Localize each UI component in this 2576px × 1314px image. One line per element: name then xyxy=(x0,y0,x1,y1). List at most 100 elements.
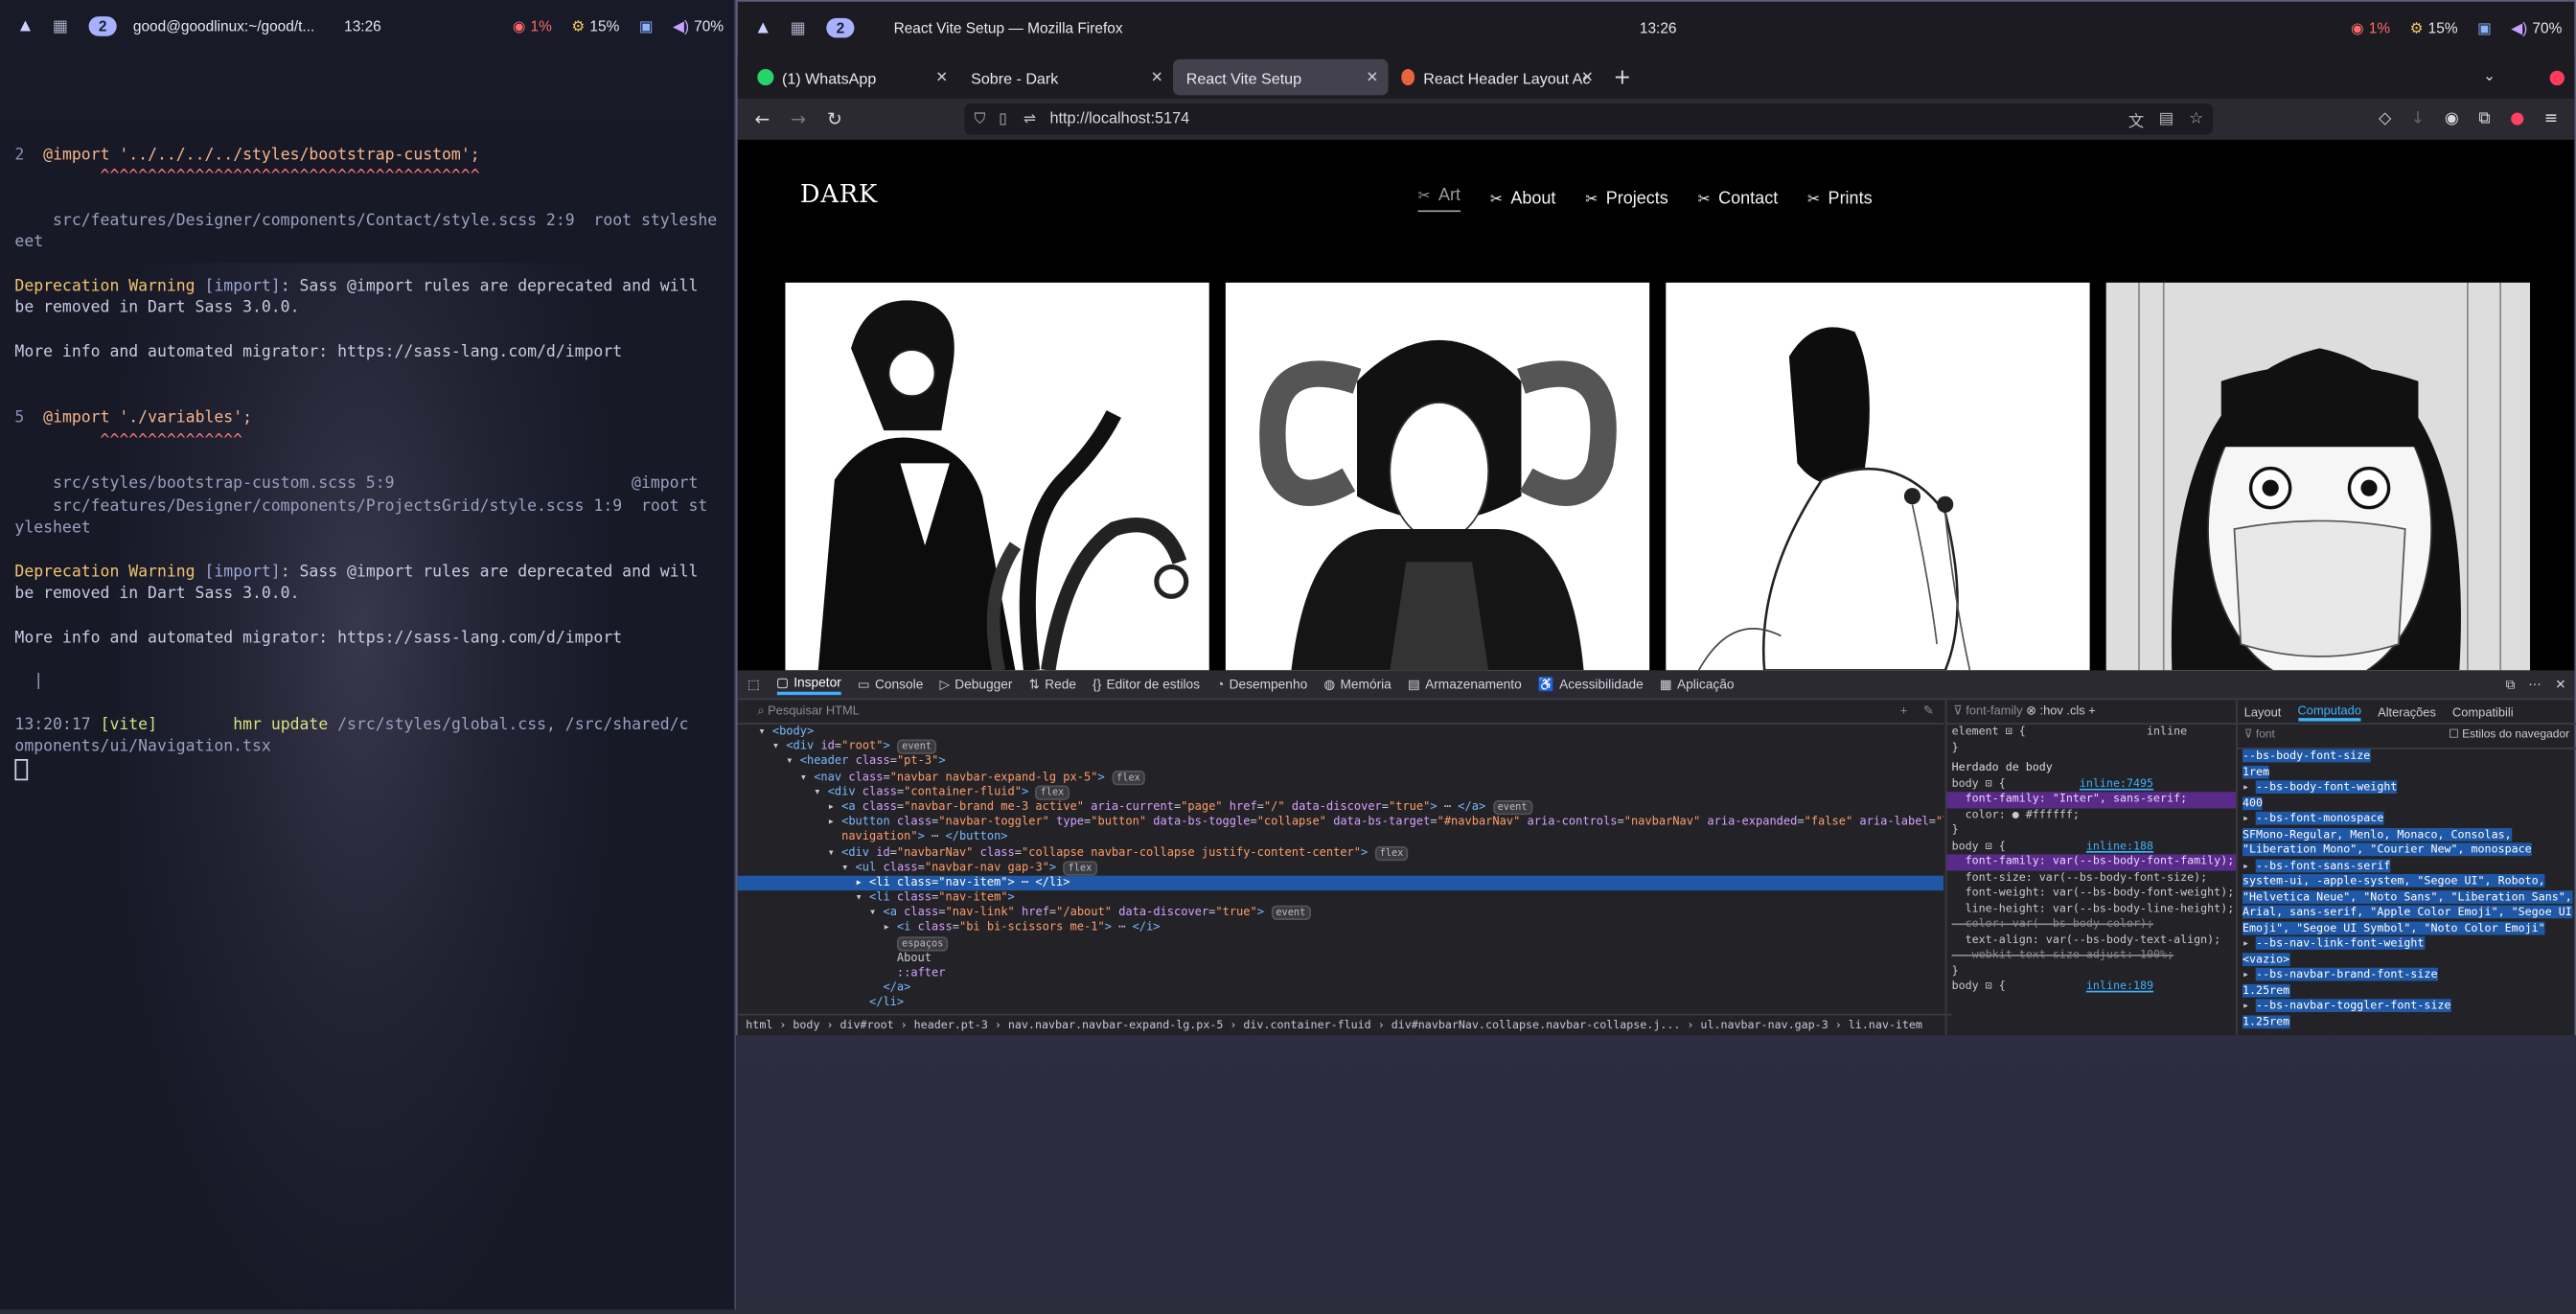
tree-row[interactable]: ▾ <div class="container-fluid"> flex xyxy=(738,785,1944,800)
tab-react-vite-setup[interactable]: React Vite Setup ✕ xyxy=(1173,58,1389,96)
tab-rede[interactable]: ⇅ Rede xyxy=(1029,677,1076,691)
close-tab-icon[interactable]: ✕ xyxy=(1581,68,1594,86)
nav-link-projects[interactable]: ✂ Projects xyxy=(1585,186,1668,212)
translate-icon[interactable]: 文 xyxy=(2128,107,2144,130)
close-icon[interactable]: ✕ xyxy=(2555,677,2565,691)
terminal-output[interactable]: 2 @import '../../../../styles/bootstrap-… xyxy=(14,99,721,826)
firefox-window[interactable]: ▲ ▦ 2 React Vite Setup — Mozilla Firefox… xyxy=(736,0,2576,1036)
site-brand[interactable]: DARK xyxy=(800,179,878,209)
computed-filter-input[interactable]: ⊽ font ☐ Estilos do navegador xyxy=(2237,725,2576,749)
rules-panel[interactable]: ⊽ font-family ⊗ :hov .cls + element ⊡ { … xyxy=(1944,700,2237,1036)
pocket-icon[interactable]: ◇ xyxy=(2379,110,2391,128)
artwork-card[interactable] xyxy=(785,282,1209,671)
arch-logo-icon[interactable]: ▲ xyxy=(16,16,36,36)
nav-link-about[interactable]: ✂ About xyxy=(1490,186,1556,212)
nav-link-contact[interactable]: ✂ Contact xyxy=(1698,186,1779,212)
nav-link-art[interactable]: ✂ Art xyxy=(1417,186,1460,213)
dock-icon[interactable]: ⧉ xyxy=(2506,676,2516,692)
tree-row[interactable]: ▾ <li class="nav-item"> xyxy=(738,890,1944,906)
pick-element-icon[interactable]: ⬚ xyxy=(748,677,760,691)
ublock-icon[interactable]: ● xyxy=(2510,110,2524,128)
close-tab-icon[interactable]: ✕ xyxy=(1366,68,1378,86)
address-bar[interactable]: ⛉ ▯ ⇌ http://localhost:5174 文 ▤ ☆ xyxy=(964,104,2214,135)
html-tree[interactable]: ⌕ Pesquisar HTML + ✎ ▾ <body> ▾ <div id=… xyxy=(737,700,1952,1035)
menu-icon[interactable]: ≡ xyxy=(2544,110,2558,128)
checkbox[interactable]: ☐ xyxy=(2449,729,2459,741)
tab-aplicacao[interactable]: ▦ Aplicação xyxy=(1660,677,1735,691)
tab-compatibilidade[interactable]: Compatibili xyxy=(2452,704,2514,719)
close-tab-icon[interactable]: ✕ xyxy=(935,68,948,86)
back-icon[interactable]: ← xyxy=(745,108,781,129)
tab-debugger[interactable]: ▷ Debugger xyxy=(939,677,1012,691)
tree-row[interactable]: </li> xyxy=(738,997,1944,1012)
forward-icon[interactable]: → xyxy=(780,108,816,129)
artwork-card[interactable] xyxy=(1225,282,1650,671)
rules-filter-input[interactable]: ⊽ font-family ⊗ :hov .cls + xyxy=(1946,700,2237,726)
tab-react-header[interactable]: React Header Layout Ac ✕ xyxy=(1389,59,1604,96)
tree-row[interactable]: ▾ <div id="root"> event xyxy=(738,739,1944,755)
tab-armazenamento[interactable]: ▤ Armazenamento xyxy=(1408,677,1522,691)
tree-row[interactable]: ▾ <a class="nav-link" href="/about" data… xyxy=(738,906,1944,921)
window-title: good@goodlinux:~/good/t... xyxy=(132,17,315,35)
extensions-icon[interactable]: ⧉ xyxy=(2478,110,2490,128)
tree-row[interactable]: ▸ <a class="navbar-brand me-3 active" ar… xyxy=(738,799,1944,816)
add-node-icon[interactable]: + xyxy=(1900,700,1908,723)
tree-row[interactable]: About xyxy=(738,951,1944,966)
tab-memoria[interactable]: ◍ Memória xyxy=(1323,677,1391,691)
tab-inspetor[interactable]: ▢ Inspetor xyxy=(776,675,841,695)
tree-row[interactable]: ▾ <ul class="navbar-nav gap-3"> flex xyxy=(738,860,1944,876)
breadcrumb[interactable]: html › body › div#root › header.pt-3 › n… xyxy=(737,1013,1952,1035)
tab-computado[interactable]: Computado xyxy=(2297,703,2361,721)
artwork-card[interactable] xyxy=(1666,282,2090,671)
workspace-grid-icon[interactable]: ▦ xyxy=(791,20,807,38)
tree-row[interactable]: ▸ <i class="bi bi-scissors me-1"> ⋯ </i> xyxy=(738,921,1944,936)
volume-indicator[interactable]: ◀) 70% xyxy=(2511,19,2562,37)
tree-row[interactable]: espaços xyxy=(738,935,1944,952)
tab-alteracoes[interactable]: Alterações xyxy=(2378,704,2436,719)
tree-row[interactable]: ▾ <nav class="navbar navbar-expand-lg px… xyxy=(738,770,1944,785)
artwork-card[interactable] xyxy=(2105,282,2531,671)
new-tab-button[interactable]: + xyxy=(1613,65,1631,90)
tab-desempenho[interactable]: ◔ Desempenho xyxy=(1216,677,1307,691)
terminal-prompt[interactable] xyxy=(14,758,721,781)
tree-row[interactable]: ▾ <body> xyxy=(738,725,1944,740)
tree-row[interactable]: ▾ <div id="navbarNav" class="collapse na… xyxy=(738,845,1944,861)
arch-logo-icon[interactable]: ▲ xyxy=(754,18,774,38)
tree-row[interactable]: navigation"> ⋯ </button> xyxy=(738,830,1944,845)
tab-console[interactable]: ▭ Console xyxy=(858,677,923,691)
html-search-input[interactable]: ⌕ Pesquisar HTML + ✎ xyxy=(737,700,1944,726)
volume-indicator[interactable]: ◀) 70% xyxy=(673,17,724,35)
workspace-active[interactable]: 2 xyxy=(88,16,117,36)
workspace-grid-icon[interactable]: ▦ xyxy=(53,18,69,36)
devtools-panel[interactable]: ⬚ ▢ Inspetor ▭ Console ▷ Debugger ⇅ Rede {} E… xyxy=(737,670,2576,1036)
tree-row-selected[interactable]: ▸ <li class="nav-item"> ⋯ </li> xyxy=(737,875,1944,891)
tree-row[interactable]: ▸ <button class="navbar-toggler" type="b… xyxy=(738,816,1944,831)
bookmark-star-icon[interactable]: ☆ xyxy=(2189,110,2203,128)
tab-editor-estilos[interactable]: {} Editor de estilos xyxy=(1092,677,1200,691)
tab-acessibilidade[interactable]: ♿ Acessibilidade xyxy=(1538,677,1644,691)
display-icon[interactable]: ▣ xyxy=(2477,19,2492,37)
tree-row[interactable]: ▾ <header class="pt-3"> xyxy=(738,755,1944,771)
tab-list-chevron-down-icon[interactable]: ⌄ xyxy=(2483,69,2496,85)
reader-icon[interactable]: ▤ xyxy=(2159,110,2174,128)
nav-link-prints[interactable]: ✂ Prints xyxy=(1807,186,1873,212)
terminal-window[interactable]: ▲ ▦ 2 good@goodlinux:~/good/t... 13:26 ◉… xyxy=(0,0,755,1314)
close-tab-icon[interactable]: ✕ xyxy=(1151,68,1163,86)
more-icon[interactable]: ⋯ xyxy=(2528,677,2542,691)
eyedropper-icon[interactable]: ✎ xyxy=(1923,700,1934,723)
display-icon[interactable]: ▣ xyxy=(639,17,654,35)
tree-row[interactable]: ::after xyxy=(738,966,1944,981)
computed-panel[interactable]: Layout Computado Alterações Compatibili … xyxy=(2236,700,2576,1036)
reload-icon[interactable]: ↻ xyxy=(816,108,853,129)
account-icon[interactable]: ◉ xyxy=(2445,110,2459,128)
tab-whatsapp[interactable]: (1) WhatsApp ✕ xyxy=(745,59,958,96)
tab-layout[interactable]: Layout xyxy=(2244,704,2282,719)
url-text[interactable]: http://localhost:5174 xyxy=(1049,110,1189,128)
shield-icon[interactable]: ⛉ xyxy=(975,110,986,128)
permissions-icon[interactable]: ⇌ xyxy=(1024,110,1036,128)
downloads-icon[interactable]: ↓ xyxy=(2411,110,2425,128)
workspace-active[interactable]: 2 xyxy=(826,17,855,38)
tab-sobre-dark[interactable]: Sobre - Dark ✕ xyxy=(957,59,1173,96)
computed-line: "Liberation Mono", "Courier New", monosp… xyxy=(2242,842,2532,857)
tree-row[interactable]: </a> xyxy=(738,981,1944,997)
